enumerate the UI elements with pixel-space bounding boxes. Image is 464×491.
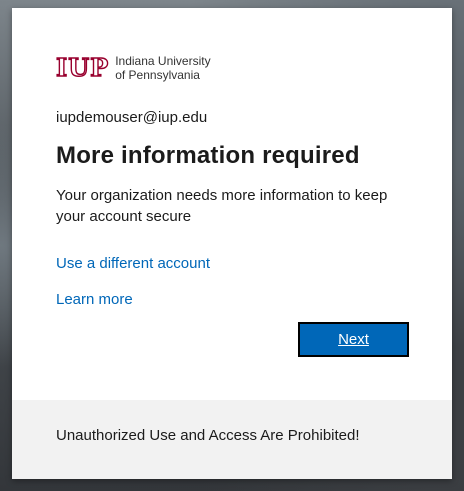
use-different-account-link[interactable]: Use a different account bbox=[56, 255, 210, 272]
iup-logo-text: Indiana University of Pennsylvania bbox=[115, 54, 210, 82]
learn-more-link[interactable]: Learn more bbox=[56, 291, 133, 308]
next-button[interactable]: Next bbox=[298, 322, 409, 357]
account-email: iupdemouser@iup.edu bbox=[56, 109, 208, 126]
iup-logo: IUP Indiana University of Pennsylvania bbox=[55, 53, 210, 82]
footer: Unauthorized Use and Access Are Prohibit… bbox=[12, 400, 452, 479]
iup-logo-mark: IUP bbox=[55, 53, 110, 82]
logo-line-1: Indiana University bbox=[115, 54, 211, 68]
page-title: More information required bbox=[56, 142, 360, 169]
sign-in-card: IUP Indiana University of Pennsylvania i… bbox=[12, 8, 452, 479]
logo-line-2: of Pennsylvania bbox=[115, 68, 200, 82]
description-text: Your organization needs more information… bbox=[56, 187, 388, 225]
footer-text: Unauthorized Use and Access Are Prohibit… bbox=[56, 427, 360, 444]
